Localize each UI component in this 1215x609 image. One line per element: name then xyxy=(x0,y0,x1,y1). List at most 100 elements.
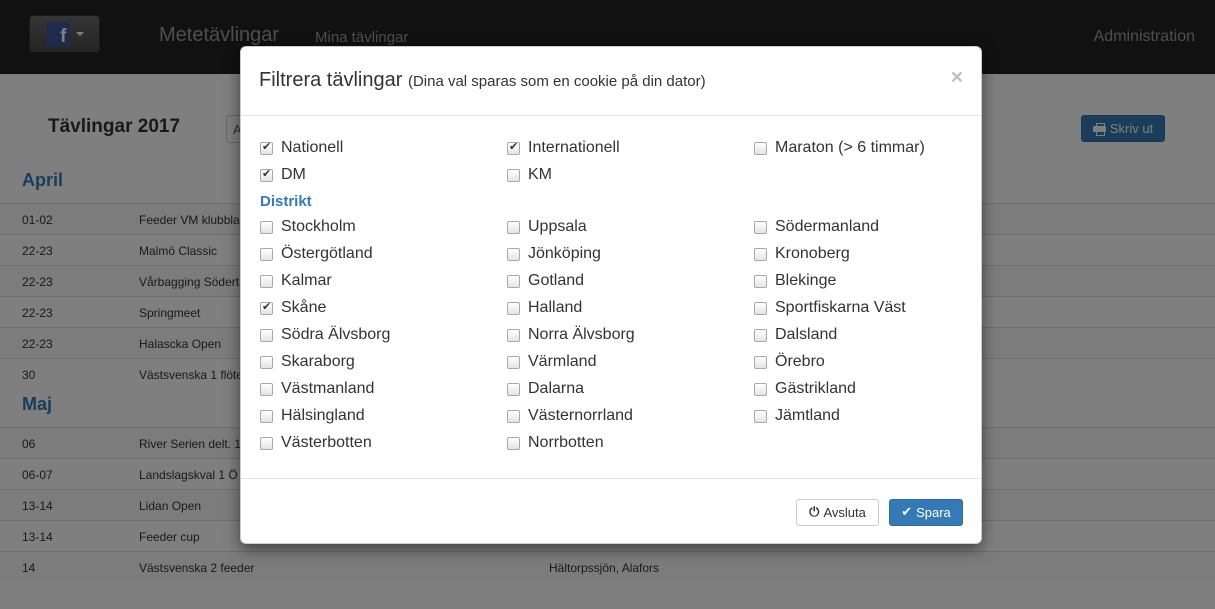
checkbox-checked[interactable] xyxy=(260,167,273,182)
checkbox-label: Internationell xyxy=(528,139,620,156)
check-icon: ✔ xyxy=(901,505,913,520)
checkbox-label: Gästrikland xyxy=(775,380,856,397)
filter-checkbox[interactable]: Södra Älvsborg xyxy=(260,326,390,344)
checkbox-label: Örebro xyxy=(775,353,825,370)
checkbox-unchecked[interactable] xyxy=(507,436,520,450)
checkbox-checked[interactable] xyxy=(507,140,520,155)
checkbox-label: Hälsingland xyxy=(281,407,365,424)
checkbox-label: Maraton (> 6 timmar) xyxy=(775,139,925,156)
filter-checkbox[interactable]: Sportfiskarna Väst xyxy=(754,299,906,317)
filter-checkbox[interactable]: Skåne xyxy=(260,299,326,317)
checkbox-checked[interactable] xyxy=(260,300,273,315)
checkbox-unchecked[interactable] xyxy=(754,355,767,369)
checkbox-label: Nationell xyxy=(281,139,344,156)
filter-checkbox[interactable]: Värmland xyxy=(507,353,596,371)
checkbox-unchecked[interactable] xyxy=(507,328,520,342)
checkbox-label: Kalmar xyxy=(281,272,332,289)
filter-checkbox[interactable]: Halland xyxy=(507,299,582,317)
filter-checkbox[interactable]: Hälsingland xyxy=(260,407,365,425)
checkbox-unchecked[interactable] xyxy=(260,409,273,423)
checkbox-label: Norra Älvsborg xyxy=(528,326,635,343)
checkbox-label: Blekinge xyxy=(775,272,837,289)
filter-modal: Filtrera tävlingar (Dina val sparas som … xyxy=(240,46,982,544)
checkbox-unchecked[interactable] xyxy=(260,247,273,261)
filter-checkbox[interactable]: Stockholm xyxy=(260,218,356,236)
checkbox-unchecked[interactable] xyxy=(754,274,767,288)
close-icon[interactable]: × xyxy=(951,66,963,90)
checkbox-checked[interactable] xyxy=(260,140,273,155)
checkbox-unchecked[interactable] xyxy=(754,141,767,155)
checkbox-unchecked[interactable] xyxy=(754,247,767,261)
cancel-button-label: Avsluta xyxy=(823,505,866,520)
filter-checkbox[interactable]: Västerbotten xyxy=(260,434,372,452)
checkbox-unchecked[interactable] xyxy=(754,328,767,342)
checkbox-unchecked[interactable] xyxy=(507,355,520,369)
filter-checkbox[interactable]: Jönköping xyxy=(507,245,601,263)
checkbox-unchecked[interactable] xyxy=(507,382,520,396)
save-button-label: Spara xyxy=(916,505,951,520)
modal-title-text: Filtrera tävlingar xyxy=(259,69,403,91)
checkbox-label: Södermanland xyxy=(775,218,880,235)
checkbox-label: Skaraborg xyxy=(281,353,355,370)
checkbox-unchecked[interactable] xyxy=(754,220,767,234)
checkbox-label: Dalsland xyxy=(775,326,838,343)
filter-checkbox[interactable]: Dalsland xyxy=(754,326,837,344)
checkbox-unchecked[interactable] xyxy=(260,382,273,396)
filter-checkbox[interactable]: Nationell xyxy=(260,139,343,157)
filter-checkbox[interactable]: Gästrikland xyxy=(754,380,856,398)
checkbox-unchecked[interactable] xyxy=(507,220,520,234)
cancel-button[interactable]: ⏻ Avsluta xyxy=(796,499,879,526)
filter-checkbox[interactable]: Kronoberg xyxy=(754,245,850,263)
filter-checkbox[interactable]: Gotland xyxy=(507,272,584,290)
filter-checkbox[interactable]: Västmanland xyxy=(260,380,374,398)
checkbox-label: Halland xyxy=(528,299,583,316)
checkbox-label: KM xyxy=(528,166,552,183)
save-button[interactable]: ✔ Spara xyxy=(889,499,963,526)
checkbox-label: Jönköping xyxy=(528,245,601,262)
filter-checkbox[interactable]: Kalmar xyxy=(260,272,332,290)
filter-checkbox[interactable]: Uppsala xyxy=(507,218,587,236)
checkbox-label: Kronoberg xyxy=(775,245,850,262)
checkbox-unchecked[interactable] xyxy=(507,301,520,315)
checkbox-unchecked[interactable] xyxy=(260,328,273,342)
checkbox-unchecked[interactable] xyxy=(507,409,520,423)
checkbox-unchecked[interactable] xyxy=(507,168,520,182)
filter-checkbox[interactable]: Skaraborg xyxy=(260,353,355,371)
checkbox-label: Uppsala xyxy=(528,218,587,235)
filter-checkbox[interactable]: Internationell xyxy=(507,139,620,157)
filter-checkbox[interactable]: DM xyxy=(260,166,306,184)
checkbox-label: Västmanland xyxy=(281,380,375,397)
checkbox-unchecked[interactable] xyxy=(754,301,767,315)
filter-checkbox[interactable]: Maraton (> 6 timmar) xyxy=(754,139,925,157)
checkbox-label: Östergötland xyxy=(281,245,373,262)
checkbox-label: Södra Älvsborg xyxy=(281,326,391,343)
power-icon: ⏻ xyxy=(809,505,820,520)
filter-checkbox[interactable]: Norrbotten xyxy=(507,434,604,452)
checkbox-label: Jämtland xyxy=(775,407,840,424)
modal-title: Filtrera tävlingar (Dina val sparas som … xyxy=(259,69,706,92)
filter-checkbox[interactable]: Jämtland xyxy=(754,407,840,425)
modal-header: Filtrera tävlingar (Dina val sparas som … xyxy=(241,47,981,116)
checkbox-label: Stockholm xyxy=(281,218,356,235)
filter-checkbox[interactable]: KM xyxy=(507,166,552,184)
modal-subtitle: (Dina val sparas som en cookie på din da… xyxy=(407,73,706,90)
filter-checkbox[interactable]: Östergötland xyxy=(260,245,373,263)
checkbox-unchecked[interactable] xyxy=(754,409,767,423)
filter-checkbox[interactable]: Blekinge xyxy=(754,272,836,290)
filter-checkbox[interactable]: Dalarna xyxy=(507,380,584,398)
checkbox-label: Gotland xyxy=(528,272,585,289)
checkbox-label: Dalarna xyxy=(528,380,585,397)
checkbox-unchecked[interactable] xyxy=(754,382,767,396)
checkbox-label: DM xyxy=(281,166,306,183)
checkbox-unchecked[interactable] xyxy=(260,220,273,234)
filter-checkbox[interactable]: Örebro xyxy=(754,353,825,371)
filter-checkbox[interactable]: Norra Älvsborg xyxy=(507,326,635,344)
checkbox-label: Sportfiskarna Väst xyxy=(775,299,906,316)
checkbox-unchecked[interactable] xyxy=(507,274,520,288)
checkbox-unchecked[interactable] xyxy=(260,436,273,450)
checkbox-unchecked[interactable] xyxy=(260,355,273,369)
filter-checkbox[interactable]: Västernorrland xyxy=(507,407,633,425)
filter-checkbox[interactable]: Södermanland xyxy=(754,218,879,236)
checkbox-unchecked[interactable] xyxy=(260,274,273,288)
checkbox-unchecked[interactable] xyxy=(507,247,520,261)
